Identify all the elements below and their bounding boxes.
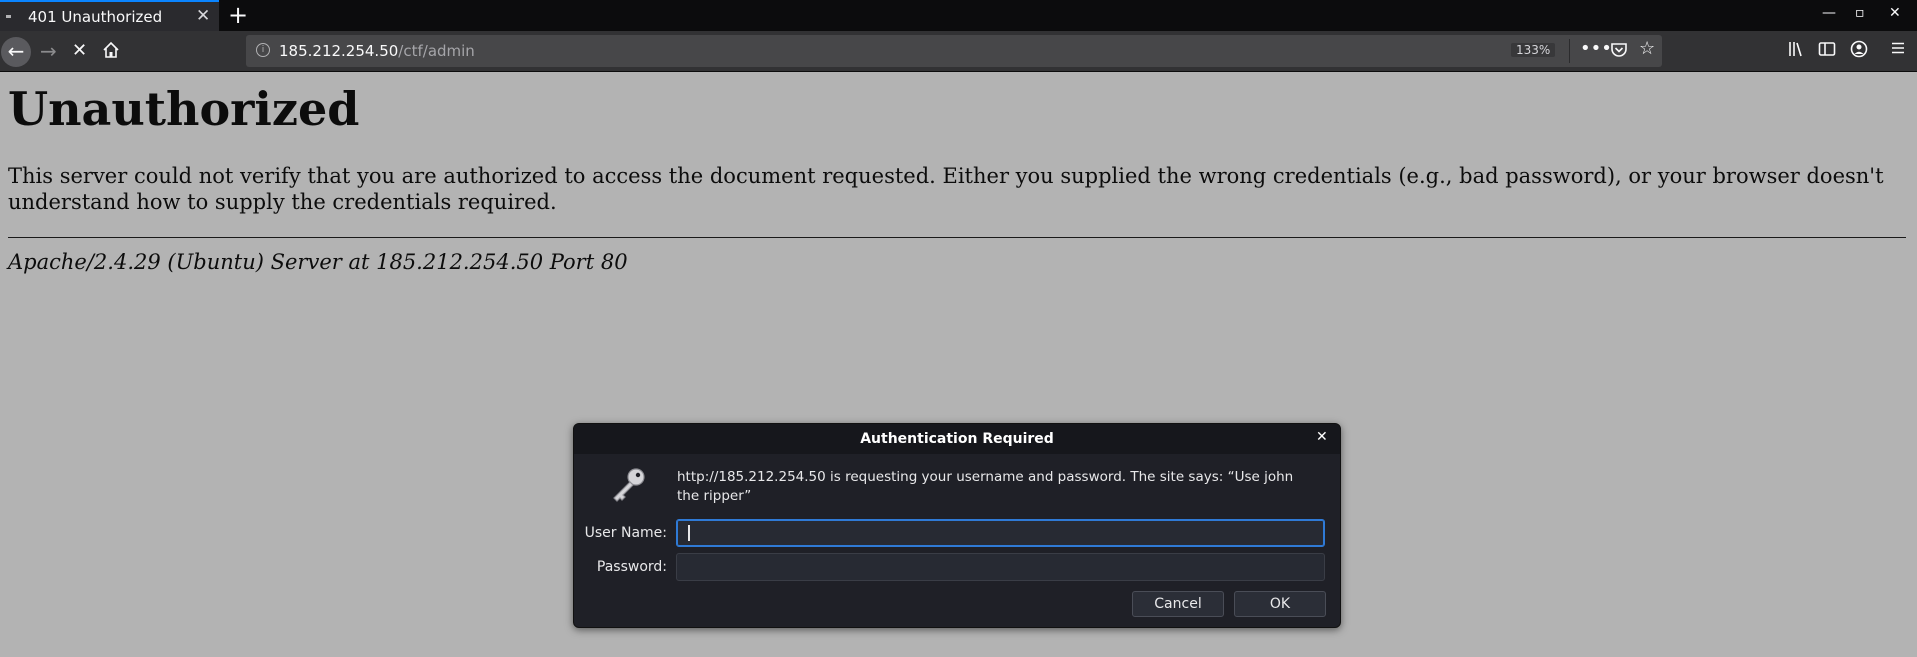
new-tab-button[interactable]: + bbox=[228, 1, 248, 29]
password-field[interactable] bbox=[676, 553, 1325, 581]
url-path: /ctf/admin bbox=[398, 42, 475, 60]
stop-icon[interactable]: ✕ bbox=[72, 37, 87, 65]
horizontal-rule bbox=[8, 237, 1906, 238]
account-icon[interactable] bbox=[1850, 40, 1868, 62]
url-bar-divider bbox=[1569, 39, 1570, 63]
more-actions-icon[interactable]: ••• bbox=[1580, 38, 1612, 59]
back-arrow-icon[interactable]: ← bbox=[1, 37, 31, 67]
sidebar-icon[interactable] bbox=[1818, 40, 1836, 62]
zoom-indicator[interactable]: 133% bbox=[1511, 43, 1556, 57]
navigation-toolbar: ← → ✕ i 185.212.254.50/ctf/admin 133% ••… bbox=[0, 31, 1917, 72]
page-heading: Unauthorized bbox=[8, 82, 360, 136]
cancel-button[interactable]: Cancel bbox=[1132, 591, 1224, 617]
server-address: Apache/2.4.29 (Ubuntu) Server at 185.212… bbox=[8, 250, 628, 274]
key-icon bbox=[608, 464, 650, 510]
url-bar[interactable]: i 185.212.254.50/ctf/admin 133% ••• ☆ bbox=[246, 35, 1662, 67]
url-text[interactable]: 185.212.254.50/ctf/admin bbox=[279, 42, 475, 60]
maximize-icon[interactable]: ▫ bbox=[1855, 5, 1865, 21]
minimize-icon[interactable]: — bbox=[1822, 5, 1836, 21]
username-label: User Name: bbox=[584, 525, 667, 541]
url-host: 185.212.254.50 bbox=[279, 42, 399, 60]
dialog-message: http://185.212.254.50 is requesting your… bbox=[677, 469, 1294, 504]
info-icon[interactable]: i bbox=[256, 43, 270, 57]
tab-loading-icon bbox=[6, 15, 11, 18]
pocket-icon[interactable] bbox=[1610, 41, 1628, 63]
bookmark-star-icon[interactable]: ☆ bbox=[1639, 38, 1655, 59]
error-message: This server could not verify that you ar… bbox=[8, 164, 1884, 214]
forward-arrow-icon[interactable]: → bbox=[40, 37, 57, 65]
tab-title: 401 Unauthorized bbox=[28, 8, 163, 26]
hamburger-menu-icon[interactable] bbox=[1890, 40, 1906, 60]
password-label: Password: bbox=[596, 559, 667, 575]
dialog-title: Authentication Required bbox=[860, 431, 1054, 447]
window-close-icon[interactable]: ✕ bbox=[1889, 5, 1901, 21]
username-field[interactable] bbox=[676, 519, 1325, 547]
tab-bar: 401 Unauthorized ✕ + — ▫ ✕ bbox=[0, 0, 1917, 31]
home-icon[interactable] bbox=[102, 41, 120, 63]
dialog-titlebar[interactable]: Authentication Required ✕ bbox=[574, 424, 1340, 454]
auth-dialog: Authentication Required ✕ http://185.212… bbox=[573, 423, 1341, 628]
tab-close-icon[interactable]: ✕ bbox=[196, 6, 210, 26]
ok-button[interactable]: OK bbox=[1234, 591, 1326, 617]
library-icon[interactable] bbox=[1787, 40, 1805, 62]
dialog-close-icon[interactable]: ✕ bbox=[1316, 429, 1328, 445]
tab-active[interactable]: 401 Unauthorized ✕ bbox=[0, 0, 219, 31]
text-caret bbox=[688, 525, 690, 541]
